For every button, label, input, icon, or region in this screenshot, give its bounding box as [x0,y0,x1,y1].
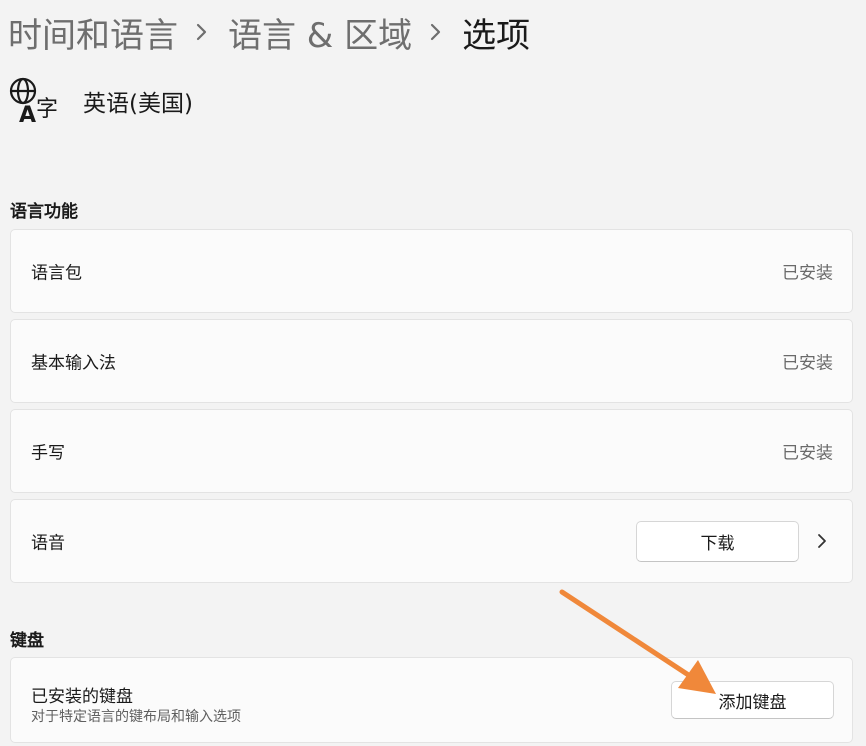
language-name: 英语(美国) [83,91,193,117]
feature-row-handwriting: 手写 已安装 [10,409,853,493]
language-header: A 字 英语(美国) [9,76,193,128]
installed-keyboards-subtitle: 对于特定语言的键布局和输入选项 [31,709,241,725]
breadcrumb: 时间和语言 语言 & 区域 选项 [8,8,530,56]
breadcrumb-time-language[interactable]: 时间和语言 [8,8,178,57]
svg-text:字: 字 [36,97,58,122]
download-speech-button[interactable]: 下载 [636,521,799,562]
chevron-right-icon[interactable] [816,532,828,550]
status-installed: 已安装 [782,443,833,464]
add-keyboard-button[interactable]: 添加键盘 [671,681,834,719]
installed-keyboards-title: 已安装的键盘 [31,687,133,707]
breadcrumb-chevron-icon [196,22,208,42]
svg-text:A: A [19,103,36,125]
status-installed: 已安装 [782,263,833,284]
feature-row-language-pack: 语言包 已安装 [10,229,853,313]
section-title-language-features: 语言功能 [10,202,78,222]
breadcrumb-language-region[interactable]: 语言 & 区域 [228,8,412,57]
installed-keyboards-row: 已安装的键盘 对于特定语言的键布局和输入选项 添加键盘 [10,657,853,743]
feature-label: 语音 [31,533,65,554]
status-installed: 已安装 [782,353,833,374]
page-title: 选项 [462,15,531,56]
section-title-keyboard: 键盘 [10,631,44,651]
breadcrumb-chevron-icon [430,22,442,42]
feature-label: 基本输入法 [31,353,116,374]
feature-label: 手写 [31,443,65,464]
feature-row-speech[interactable]: 语音 下载 [10,499,853,583]
feature-label: 语言包 [31,263,82,284]
language-globe-icon: A 字 [9,77,61,128]
feature-row-basic-typing: 基本输入法 已安装 [10,319,853,403]
